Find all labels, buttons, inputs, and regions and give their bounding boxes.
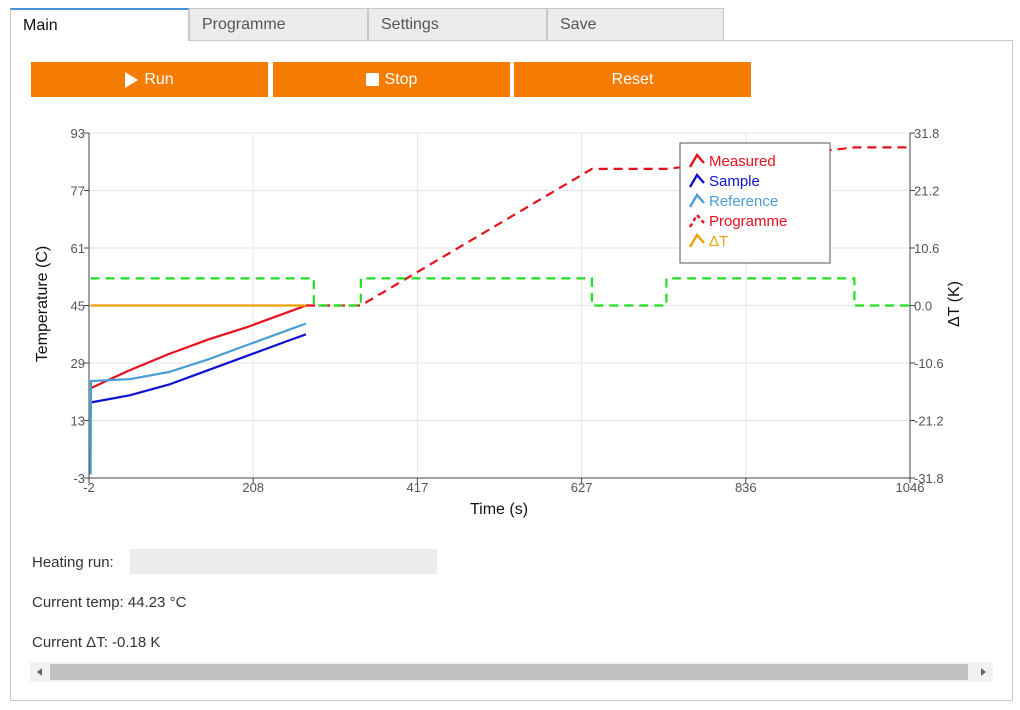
y-tick-label: -3: [73, 471, 85, 486]
chart-legend: Measured Sample Reference Programme ΔT: [679, 142, 831, 264]
scroll-right-arrow-icon[interactable]: [973, 662, 993, 682]
y2-tick-label: 10.6: [914, 241, 939, 256]
tab-main[interactable]: Main: [10, 8, 189, 41]
series-line-programme-delta-t: [90, 277, 910, 307]
y2-tick-label: 0.0: [914, 299, 932, 314]
y2-tick-label: -21.2: [914, 414, 944, 429]
legend-label: ΔT: [709, 233, 728, 250]
tab-main-label: Main: [23, 17, 58, 34]
y-tick-label: 29: [71, 356, 85, 371]
y-tick-label: 13: [71, 414, 85, 429]
y-tick-label: 45: [71, 299, 85, 314]
y-tick-label: 93: [71, 126, 85, 141]
y2-tick-label: -10.6: [914, 356, 944, 371]
horizontal-scrollbar[interactable]: [30, 662, 993, 682]
scroll-left-arrow-icon[interactable]: [30, 662, 50, 682]
y-tick-label: 61: [71, 241, 85, 256]
x-tick-label: 627: [571, 480, 593, 495]
scrollbar-thumb[interactable]: [50, 664, 968, 680]
y2-axis-label: ΔT (K): [946, 281, 963, 327]
legend-label: Reference: [709, 193, 778, 210]
y2-tick-label: -31.8: [914, 471, 944, 486]
x-tick-label: 417: [407, 480, 429, 495]
y-tick-label: 77: [71, 184, 85, 199]
temperature-chart: -2 208 417 627 836 1046937761452913-331.821.2…: [34, 126, 963, 518]
heating-run-label: Heating run:: [32, 554, 114, 571]
y2-tick-label: 21.2: [914, 184, 939, 199]
x-tick-label: 836: [735, 480, 757, 495]
legend-label: Sample: [709, 173, 760, 190]
heating-progress-bar: [130, 549, 437, 574]
y-axis-label: Temperature (C): [34, 246, 51, 362]
current-temp-text: Current temp: 44.23 °C: [32, 594, 187, 611]
current-dt-text: Current ΔT: -0.18 K: [32, 634, 161, 651]
x-tick-label: 208: [242, 480, 264, 495]
series-line-sample: [90, 333, 307, 404]
legend-label: Measured: [709, 153, 776, 170]
y2-tick-label: 31.8: [914, 126, 939, 141]
x-axis-label: Time (s): [470, 501, 528, 518]
legend-label: Programme: [709, 213, 787, 230]
